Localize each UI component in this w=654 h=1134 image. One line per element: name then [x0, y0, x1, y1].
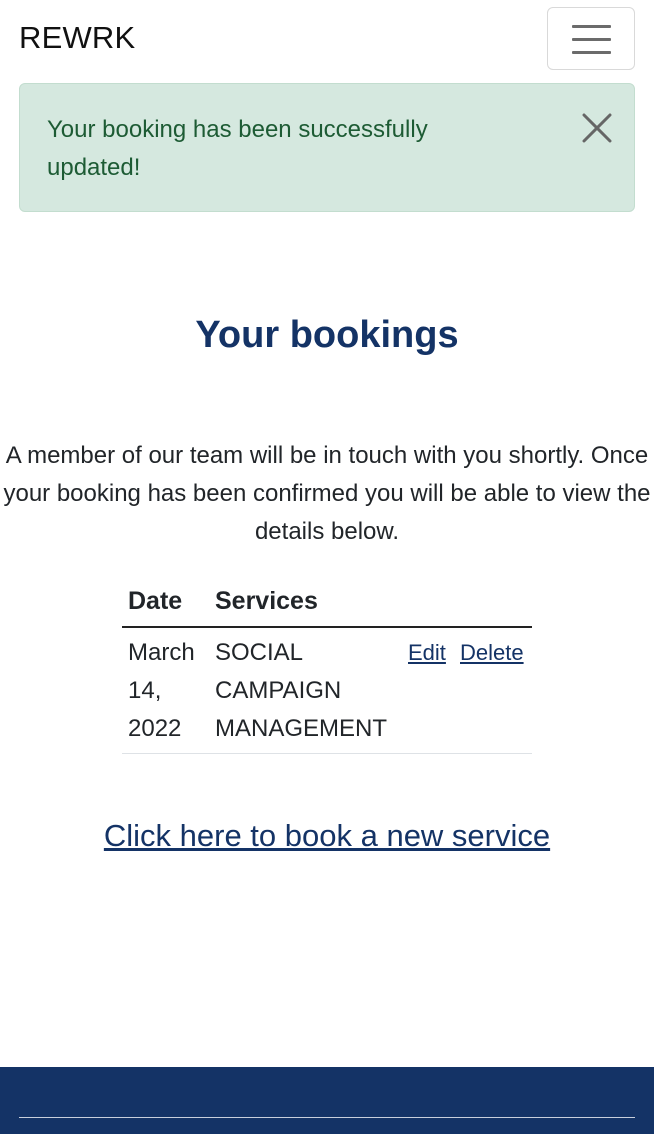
navbar: REWRK — [0, 0, 654, 78]
edit-link[interactable]: Edit — [408, 640, 446, 666]
book-new-service-link[interactable]: Click here to book a new service — [0, 818, 654, 854]
page-title: Your bookings — [195, 314, 459, 356]
footer-divider — [19, 1117, 635, 1118]
alert-message: Your booking has been successfully updat… — [47, 116, 428, 181]
menu-toggle-button[interactable] — [547, 7, 635, 70]
booking-service: SOCIAL CAMPAIGN MANAGEMENT — [215, 639, 388, 742]
booking-date: March 14, 2022 — [128, 639, 195, 742]
table-row-divider — [122, 753, 532, 754]
success-alert: Your booking has been successfully updat… — [19, 83, 635, 212]
delete-link[interactable]: Delete — [460, 640, 524, 666]
footer — [0, 1067, 654, 1134]
brand-logo[interactable]: REWRK — [19, 20, 135, 56]
intro-text: A member of our team will be in touch wi… — [3, 442, 651, 545]
page: REWRK Your booking has been successfully… — [0, 0, 654, 1134]
column-header-services: Services — [215, 587, 318, 615]
table-header-divider — [122, 626, 532, 628]
column-header-date: Date — [128, 587, 183, 615]
close-icon[interactable] — [580, 111, 614, 145]
